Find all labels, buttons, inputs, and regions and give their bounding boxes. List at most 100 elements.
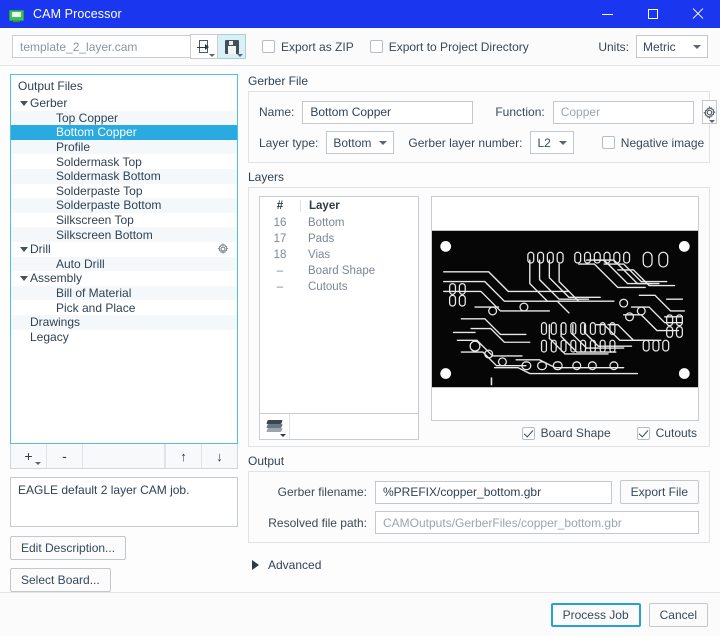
chevron-down-icon [379, 140, 388, 145]
gerber-file-title: Gerber File [248, 74, 309, 88]
negative-image-label: Negative image [620, 135, 705, 150]
layers-table[interactable]: # Layer 16 Bottom 17 Pads 18 Vias – Board Shape… [259, 196, 419, 414]
layers-table-row[interactable]: 18 Vias [260, 247, 418, 263]
layer-stack-button[interactable] [260, 414, 290, 439]
open-job-button[interactable] [190, 34, 218, 59]
toolbar-spacer [83, 444, 165, 468]
close-button[interactable] [675, 0, 720, 28]
export-file-button[interactable]: Export File [619, 480, 699, 504]
remove-output-button[interactable]: - [47, 444, 83, 468]
export-as-zip-label: Export as ZIP [281, 39, 354, 54]
pcb-preview[interactable] [431, 196, 699, 421]
output-title: Output [248, 454, 285, 468]
cancel-button[interactable]: Cancel [648, 602, 708, 627]
output-file-item-legacy[interactable]: Legacy [11, 330, 237, 345]
layers-table-panel: # Layer 16 Bottom 17 Pads 18 Vias – Board Shape… [259, 196, 419, 440]
move-up-button[interactable]: ↑ [165, 444, 201, 468]
output-file-item-auto-drill[interactable]: Auto Drill [11, 256, 237, 272]
layers-title: Layers [248, 170, 285, 184]
output-file-label: Soldermask Top [56, 154, 142, 169]
layers-table-row[interactable]: 16 Bottom [260, 215, 418, 231]
function-settings-button[interactable] [701, 100, 717, 124]
function-label: Function: [495, 105, 545, 119]
output-file-item-silkscreen-bottom[interactable]: Silkscreen Bottom [11, 227, 237, 242]
maximize-button[interactable] [630, 0, 675, 28]
layer-name: Pads [308, 233, 335, 245]
board-shape-label: Board Shape [540, 426, 611, 440]
gerber-function-input[interactable] [552, 100, 694, 124]
pcb-gerber-preview [432, 230, 698, 387]
layers-table-row[interactable]: – Board Shape [260, 263, 418, 279]
layers-table-row[interactable]: 17 Pads [260, 231, 418, 247]
left-buttons: Edit Description... Select Board... [10, 536, 238, 592]
output-file-label: Top Copper [56, 110, 119, 125]
layers-body-wrap: # Layer 16 Bottom 17 Pads 18 Vias – Board Shape… [248, 187, 710, 447]
export-as-zip-checkbox[interactable]: Export as ZIP [262, 40, 354, 54]
add-output-button[interactable]: + [11, 444, 47, 468]
cutouts-checkbox[interactable]: Cutouts [636, 426, 697, 440]
output-file-item-top-copper[interactable]: Top Copper [11, 110, 237, 126]
gerber-filename-input[interactable] [375, 480, 612, 504]
gear-icon [703, 105, 716, 119]
save-job-button[interactable] [218, 34, 246, 59]
expander-triangle-icon[interactable] [17, 100, 30, 106]
negative-image-checkbox[interactable]: Negative image [601, 135, 705, 150]
board-shape-box [521, 426, 535, 440]
output-file-label: Silkscreen Bottom [56, 227, 153, 242]
negative-image-box [601, 136, 615, 149]
expander-triangle-icon[interactable] [17, 275, 30, 281]
output-file-item-bill-of-material[interactable]: Bill of Material [11, 285, 237, 301]
export-to-project-directory-checkbox[interactable]: Export to Project Directory [369, 39, 529, 54]
right-panel: Gerber File Name: Function: [248, 74, 717, 592]
layer-name: Board Shape [308, 265, 376, 277]
gerber-name-input[interactable] [302, 100, 474, 124]
layers-table-row[interactable]: – Cutouts [260, 279, 418, 295]
advanced-disclosure[interactable]: Advanced [252, 558, 710, 572]
minimize-button[interactable] [585, 0, 630, 28]
cam-job-file-input[interactable] [12, 35, 190, 58]
gerber-layer-number-select[interactable]: L2 [530, 131, 574, 154]
output-file-label: Auto Drill [56, 256, 105, 271]
resolved-path-row: Resolved file path: [259, 511, 699, 534]
output-file-label: Gerber [30, 96, 68, 111]
output-file-item-drawings[interactable]: Drawings [11, 314, 237, 330]
units-value: Metric [643, 39, 676, 54]
output-file-label: Profile [56, 140, 91, 155]
output-file-item-silkscreen-top[interactable]: Silkscreen Top [11, 213, 237, 228]
select-board-button[interactable]: Select Board... [10, 568, 111, 592]
output-body: Gerber filename: Export File Resolved fi… [248, 471, 710, 543]
output-file-item-drill[interactable]: Drill [11, 242, 237, 257]
output-file-item-soldermask-bottom[interactable]: Soldermask Bottom [11, 168, 237, 184]
output-file-item-pick-and-place[interactable]: Pick and Place [11, 300, 237, 315]
main-content: Output Files Gerber Top Copper Bottom Copp… [0, 66, 720, 592]
layer-type-select[interactable]: Bottom [326, 131, 395, 154]
move-down-button[interactable]: ↓ [201, 444, 237, 468]
cam-processor-window: CAM Processor Export as ZIP Export to Pr… [0, 0, 720, 636]
expander-triangle-icon[interactable] [17, 246, 30, 252]
output-file-item-gerber[interactable]: Gerber [11, 96, 237, 111]
output-file-item-assembly[interactable]: Assembly [11, 271, 237, 286]
gear-icon[interactable] [217, 242, 229, 255]
output-file-label: Bill of Material [56, 286, 132, 301]
name-label: Name: [259, 105, 295, 119]
layer-number: 17 [273, 233, 287, 245]
output-file-item-soldermask-top[interactable]: Soldermask Top [11, 154, 237, 169]
export-to-project-directory-label: Export to Project Directory [388, 39, 529, 54]
gerber-file-group: Gerber File Name: Function: [248, 74, 717, 163]
chevron-down-icon [708, 120, 715, 123]
output-file-item-bottom-copper[interactable]: Bottom Copper [11, 125, 237, 140]
resolved-path-input [375, 511, 699, 534]
units-select[interactable]: Metric [636, 35, 708, 58]
output-file-label: Pick and Place [56, 300, 136, 315]
chevron-down-icon [558, 140, 567, 145]
layers-footer [259, 414, 419, 440]
layers-col-number: # [276, 200, 284, 212]
job-description-text: EAGLE default 2 layer CAM job. [18, 483, 190, 497]
edit-description-button[interactable]: Edit Description... [10, 536, 127, 560]
output-files-tree[interactable]: Gerber Top Copper Bottom Copper Profile Sold… [11, 96, 237, 443]
process-job-button[interactable]: Process Job [550, 602, 641, 627]
board-shape-checkbox[interactable]: Board Shape [521, 426, 611, 440]
output-file-item-profile[interactable]: Profile [11, 139, 237, 155]
output-file-item-solderpaste-bottom[interactable]: Solderpaste Bottom [11, 198, 237, 213]
output-file-item-solderpaste-top[interactable]: Solderpaste Top [11, 184, 237, 199]
